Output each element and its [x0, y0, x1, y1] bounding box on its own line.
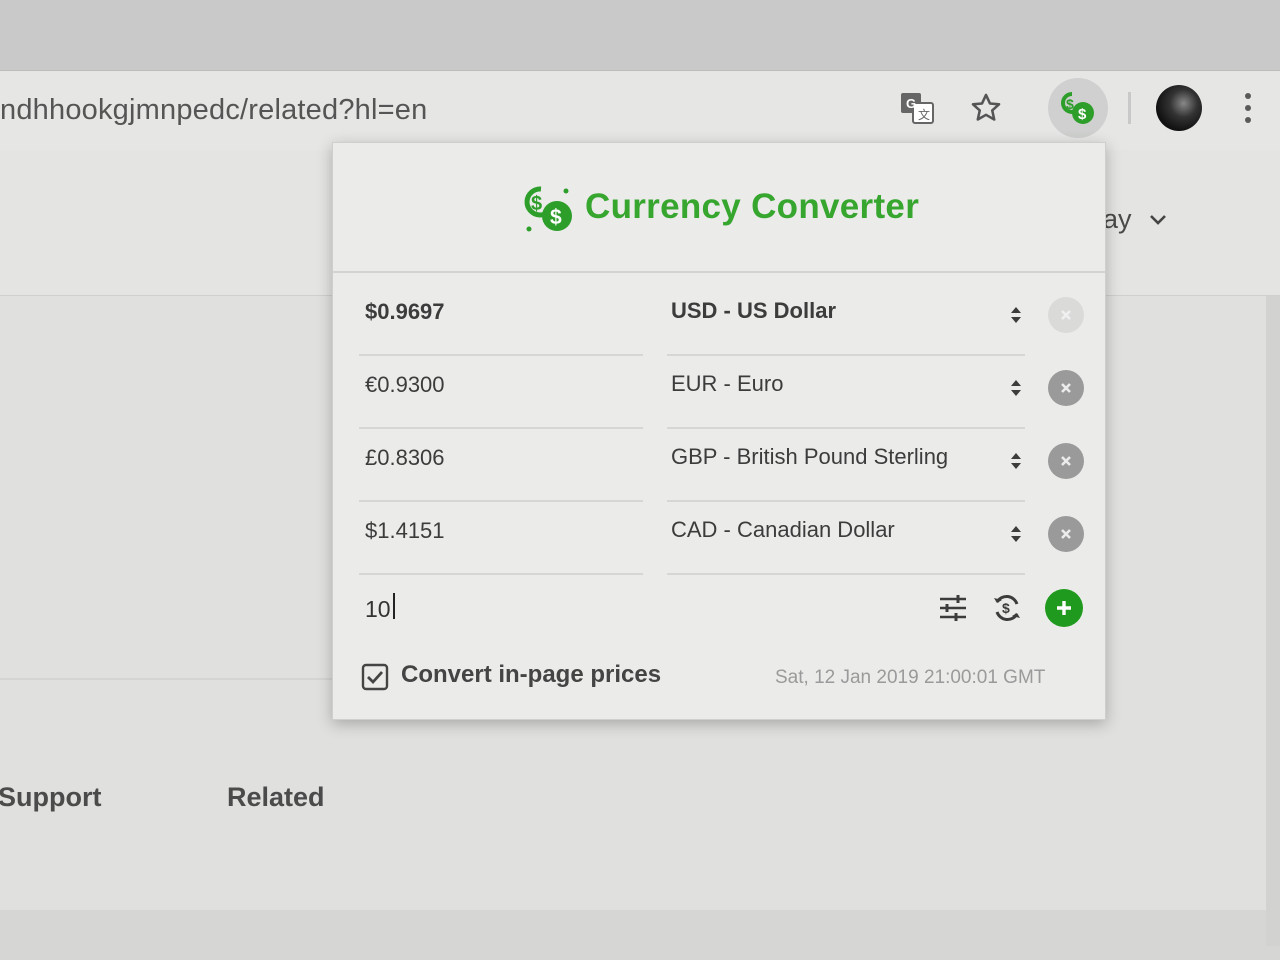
remove-currency-button[interactable]	[1048, 297, 1084, 333]
currency-select-label: USD - US Dollar	[671, 298, 837, 323]
svg-text:G: G	[906, 96, 916, 111]
converted-value[interactable]: €0.9300	[365, 372, 445, 398]
svg-text:$: $	[550, 206, 562, 229]
amount-input[interactable]	[365, 589, 665, 629]
profile-avatar[interactable]	[1156, 85, 1202, 131]
browser-tab-strip	[0, 0, 1280, 72]
currency-row-usd: $0.9697 USD - US Dollar	[333, 283, 1105, 356]
currency-select-label: EUR - Euro	[671, 371, 784, 396]
converted-value[interactable]: £0.8306	[365, 445, 445, 471]
remove-currency-button[interactable]	[1048, 443, 1084, 479]
convert-in-page-checkbox[interactable]	[361, 663, 389, 691]
converted-value[interactable]: $1.4151	[365, 518, 445, 544]
chevron-down-icon[interactable]	[1146, 208, 1170, 232]
amount-row: $	[333, 579, 1105, 637]
currency-row-eur: €0.9300 EUR - Euro	[333, 356, 1105, 429]
currency-converter-extension-icon[interactable]: $ $	[1048, 78, 1108, 138]
svg-text:$: $	[1078, 106, 1087, 123]
select-arrows-icon	[1009, 522, 1023, 546]
select-arrows-icon	[1009, 449, 1023, 473]
page-footer	[0, 910, 1280, 960]
translate-icon[interactable]: G 文	[898, 90, 936, 126]
svg-text:$: $	[531, 193, 542, 215]
remove-currency-button[interactable]	[1048, 516, 1084, 552]
tab-support[interactable]: Support	[0, 782, 101, 813]
address-bar-url[interactable]: ndhhookgjmnpedc/related?hl=en	[0, 94, 427, 127]
row-divider	[359, 573, 643, 575]
select-arrows-icon	[1009, 303, 1023, 327]
add-currency-button[interactable]	[1045, 589, 1083, 627]
settings-sliders-icon[interactable]	[933, 588, 973, 628]
currency-select-label: GBP - British Pound Sterling	[671, 444, 949, 469]
currency-row-gbp: £0.8306 GBP - British Pound Sterling	[333, 429, 1105, 502]
popup-title: Currency Converter	[585, 187, 920, 226]
remove-currency-button[interactable]	[1048, 370, 1084, 406]
content-divider	[0, 678, 336, 680]
currency-row-cad: $1.4151 CAD - Canadian Dollar	[333, 502, 1105, 575]
currency-select-eur[interactable]: EUR - Euro	[671, 371, 1023, 411]
row-divider	[667, 573, 1025, 575]
currency-select-cad[interactable]: CAD - Canadian Dollar	[671, 517, 1023, 557]
select-arrows-icon	[1009, 376, 1023, 400]
currency-select-usd[interactable]: USD - US Dollar	[671, 298, 1023, 338]
page-dropdown-label[interactable]: ay	[1103, 204, 1132, 235]
toolbar-divider	[1128, 92, 1131, 124]
currency-select-gbp[interactable]: GBP - British Pound Sterling	[671, 444, 1023, 484]
bookmark-star-icon[interactable]	[966, 88, 1006, 128]
refresh-rates-icon[interactable]: $	[987, 588, 1027, 628]
svg-text:文: 文	[918, 107, 930, 122]
currency-logo-icon: $ $	[521, 181, 577, 237]
svg-text:$: $	[1002, 600, 1010, 616]
convert-in-page-label[interactable]: Convert in-page prices	[401, 661, 661, 689]
currency-select-label: CAD - Canadian Dollar	[671, 517, 895, 542]
popup-header: $ $ Currency Converter	[333, 143, 1105, 273]
converted-value[interactable]: $0.9697	[365, 299, 445, 325]
rates-timestamp: Sat, 12 Jan 2019 21:00:01 GMT	[775, 667, 1046, 688]
currency-converter-popup: $ $ Currency Converter $0.9697 USD - US …	[332, 142, 1106, 720]
tab-related[interactable]: Related	[227, 782, 325, 813]
text-caret	[393, 593, 395, 619]
more-vert-icon[interactable]	[1238, 88, 1258, 128]
popup-footer: Convert in-page prices Sat, 12 Jan 2019 …	[333, 657, 1105, 707]
page-scrollbar[interactable]	[1266, 296, 1280, 946]
